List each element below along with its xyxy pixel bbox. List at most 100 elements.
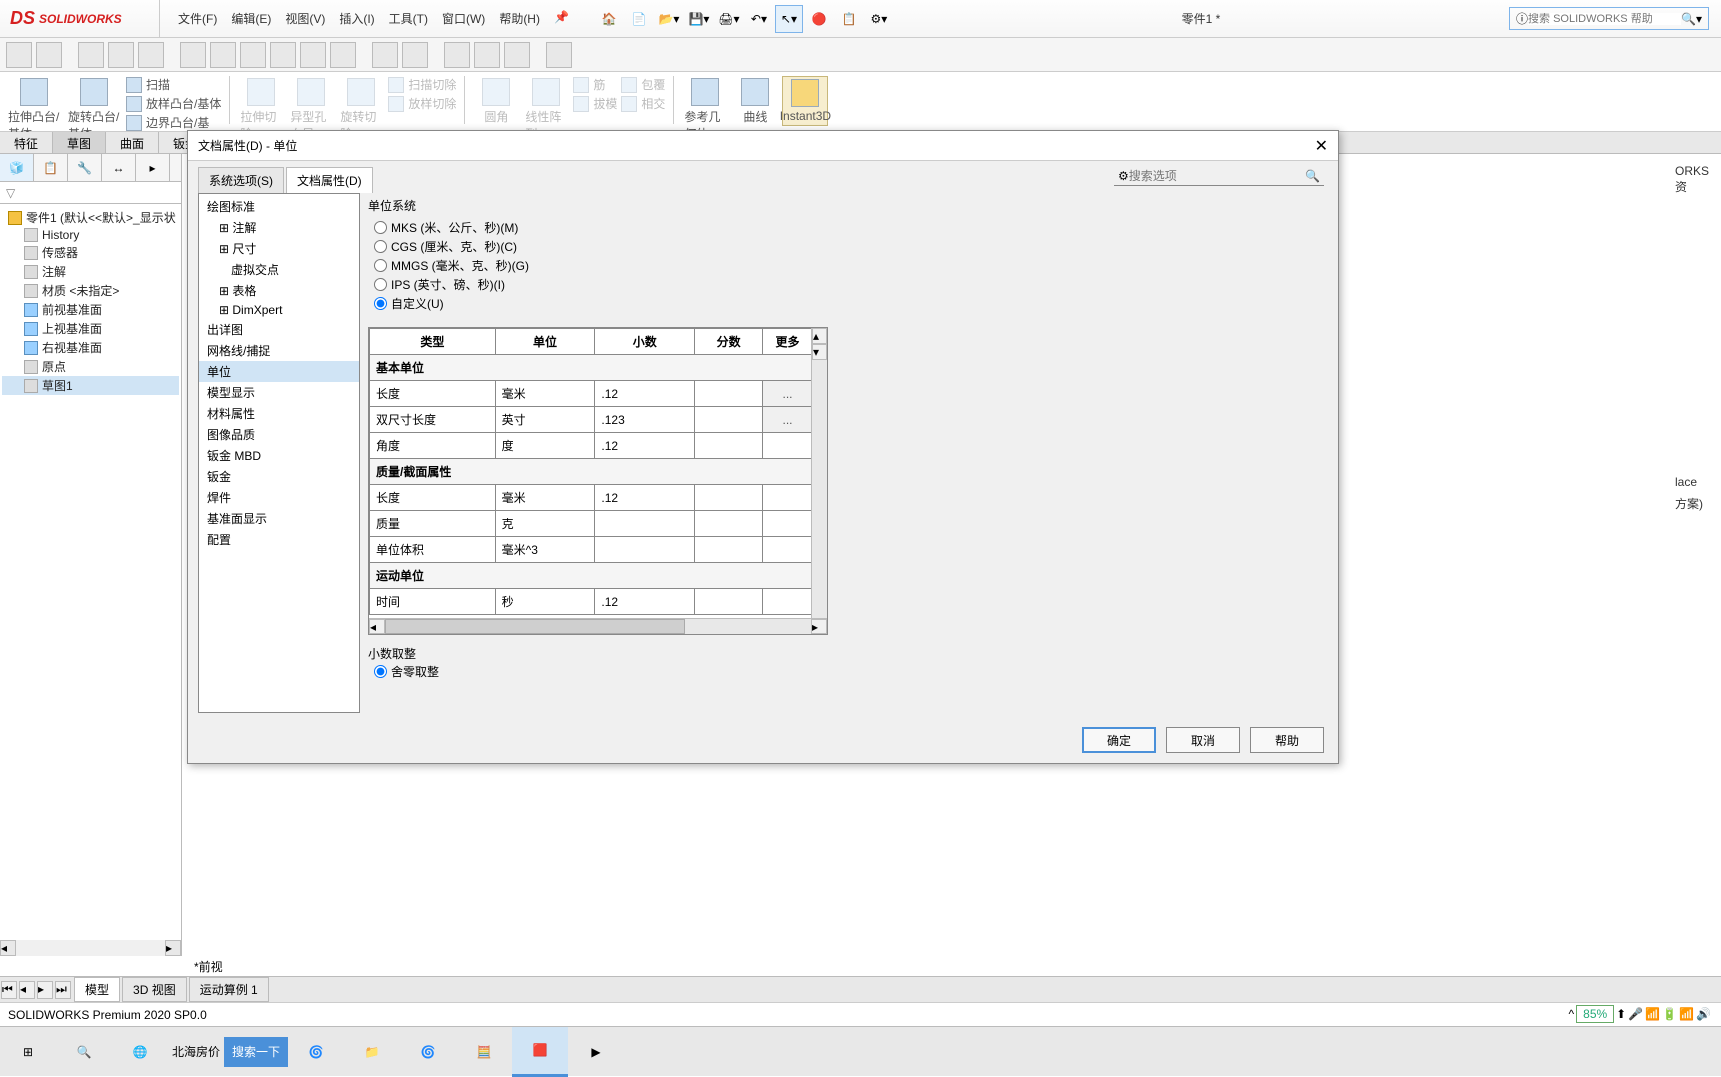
fm-origin[interactable]: 原点 [2,357,179,376]
menu-help[interactable]: 帮助(H) [493,6,546,31]
tool-icon[interactable] [138,42,164,68]
chevron-up-icon[interactable]: ^ [1569,1007,1575,1021]
fm-sensors[interactable]: 传感器 [2,243,179,262]
tool-icon[interactable] [504,42,530,68]
nav-grid[interactable]: 网格线/捕捉 [199,340,359,361]
table-row[interactable]: 时间秒.12 [370,589,813,615]
tool-icon[interactable] [372,42,398,68]
tab-nav-prev[interactable]: ◂ [19,981,35,999]
menu-tools[interactable]: 工具(T) [383,6,434,31]
nav-sheetmetal-mbd[interactable]: 钣金 MBD [199,445,359,466]
tool-icon[interactable] [108,42,134,68]
tool-icon[interactable] [330,42,356,68]
menu-view[interactable]: 视图(V) [279,6,331,31]
fm-top-plane[interactable]: 上视基准面 [2,319,179,338]
radio-round-half[interactable]: 舍零取整 [368,662,1320,681]
search-box-button[interactable]: 搜索一下 [224,1037,288,1067]
tray-icon[interactable]: 🔊 [1696,1007,1711,1021]
nav-virtual-sharps[interactable]: 虚拟交点 [199,259,359,280]
boundary-button[interactable]: 边界凸台/基 [126,114,221,131]
fm-tab-dimxpert[interactable]: ↔ [102,154,136,181]
nav-sheetmetal[interactable]: 钣金 [199,466,359,487]
zoom-pct[interactable]: 85% [1576,1005,1614,1023]
tool-icon[interactable] [240,42,266,68]
tab-system-options[interactable]: 系统选项(S) [198,167,284,193]
fm-annotations[interactable]: 注解 [2,262,179,281]
tool-icon[interactable] [270,42,296,68]
solidworks-taskbar-icon[interactable]: 🟥 [512,1027,568,1077]
tray-icon[interactable]: 🎤 [1628,1007,1643,1021]
nav-dimxpert[interactable]: ⊞ DimXpert [199,301,359,319]
help-search-input[interactable] [1528,13,1681,25]
edge-icon2[interactable]: 🌀 [400,1027,456,1077]
menu-edit[interactable]: 编辑(E) [225,6,277,31]
undo-icon[interactable]: ↶▾ [745,5,773,33]
tab-surface[interactable]: 曲面 [106,132,159,153]
tool-icon[interactable] [474,42,500,68]
fm-history[interactable]: History [2,227,179,243]
nav-tables[interactable]: ⊞ 表格 [199,280,359,301]
radio-mmgs[interactable]: MMGS (毫米、克、秒)(G) [368,256,1320,275]
tab-motion[interactable]: 运动算例 1 [189,977,269,1002]
fm-front-plane[interactable]: 前视基准面 [2,300,179,319]
pin-icon[interactable]: 📌 [548,6,575,31]
table-hscroll[interactable]: ◂▸ [369,618,827,634]
tool-icon[interactable] [444,42,470,68]
tab-3dview[interactable]: 3D 视图 [122,977,187,1002]
nav-detailing[interactable]: 出详图 [199,319,359,340]
tool-icon[interactable] [210,42,236,68]
table-row[interactable]: 长度毫米.12... [370,381,813,407]
tray-icon[interactable]: 📶 [1645,1007,1660,1021]
nav-model-display[interactable]: 模型显示 [199,382,359,403]
tab-nav-last[interactable]: ⏭ [55,981,71,999]
menu-window[interactable]: 窗口(W) [436,6,491,31]
tab-doc-properties[interactable]: 文档属性(D) [286,167,373,193]
curves-button[interactable]: 曲线 [732,76,778,127]
tab-nav-first[interactable]: ⏮ [1,981,17,999]
tool-icon[interactable] [300,42,326,68]
tray-icon[interactable]: 📶 [1679,1007,1694,1021]
ok-button[interactable]: 确定 [1082,727,1156,753]
open-icon[interactable]: 📂▾ [655,5,683,33]
fm-tab-property[interactable]: 📋 [34,154,68,181]
tool-icon[interactable] [546,42,572,68]
view-name[interactable]: *前视 [194,958,223,975]
table-row[interactable]: 长度毫米.12 [370,485,813,511]
tool-icon[interactable] [402,42,428,68]
home-icon[interactable]: 🏠 [595,5,623,33]
nav-configurations[interactable]: 配置 [199,529,359,550]
edge-icon[interactable]: 🌀 [288,1027,344,1077]
fm-tab-more[interactable]: ▸ [136,154,170,181]
radio-ips[interactable]: IPS (英寸、磅、秒)(I) [368,275,1320,294]
ie-icon[interactable]: 🌐 [112,1027,168,1077]
fm-tab-config[interactable]: 🔧 [68,154,102,181]
tool-icon[interactable] [6,42,32,68]
radio-custom[interactable]: 自定义(U) [368,294,1320,313]
calc-icon[interactable]: 🧮 [456,1027,512,1077]
loft-button[interactable]: 放样凸台/基体 [126,95,221,112]
start-button[interactable]: ⊞ [0,1027,56,1077]
tool-icon[interactable] [180,42,206,68]
radio-cgs[interactable]: CGS (厘米、克、秒)(C) [368,237,1320,256]
table-row[interactable]: 质量克 [370,511,813,537]
menu-file[interactable]: 文件(F) [172,6,223,31]
tab-model[interactable]: 模型 [74,977,120,1002]
radio-mks[interactable]: MKS (米、公斤、秒)(M) [368,218,1320,237]
fm-root[interactable]: 零件1 (默认<<默认>_显示状 [2,208,179,227]
units-table[interactable]: 类型 单位 小数 分数 更多 基本单位 长度毫米.12... 双尺寸长度英寸.1… [369,328,813,615]
menu-insert[interactable]: 插入(I) [333,6,380,31]
tab-nav-next[interactable]: ▸ [37,981,53,999]
select-icon[interactable]: ↖▾ [775,5,803,33]
dialog-titlebar[interactable]: 文档属性(D) - 单位 ✕ [188,131,1338,161]
fm-hscroll[interactable]: ◂▸ [0,940,181,956]
settings-icon[interactable]: ⚙▾ [865,5,893,33]
new-icon[interactable]: 📄 [625,5,653,33]
search-button[interactable]: 🔍 [56,1027,112,1077]
table-vscroll[interactable]: ▴▾ [811,328,827,618]
save-icon[interactable]: 💾▾ [685,5,713,33]
fm-right-plane[interactable]: 右视基准面 [2,338,179,357]
tab-features[interactable]: 特征 [0,132,53,153]
dialog-search-input[interactable] [1129,169,1305,183]
tool-icon[interactable] [78,42,104,68]
instant3d-button[interactable]: Instant3D [782,76,828,126]
